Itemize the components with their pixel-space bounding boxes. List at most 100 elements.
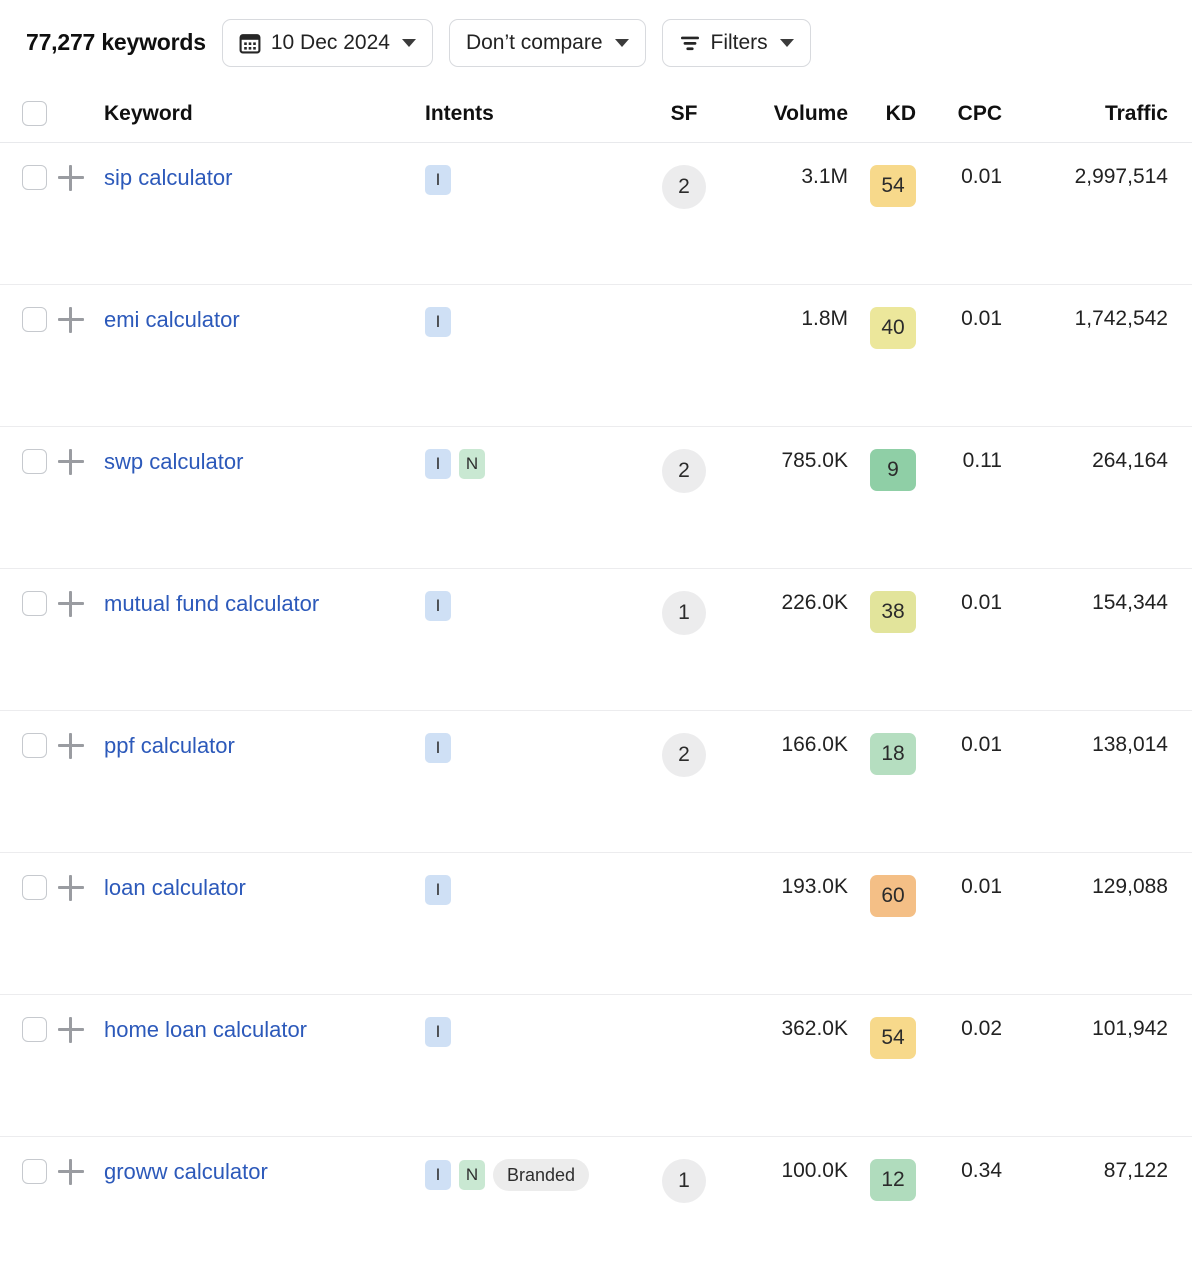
keyword-link[interactable]: sip calculator [104, 165, 232, 190]
plus-icon[interactable] [58, 449, 84, 475]
keyword-cell: loan calculator [94, 853, 422, 901]
table-body: sip calculator I 2 3.1M 54 0.01 2,997,51… [0, 143, 1192, 1279]
plus-icon[interactable] [58, 1017, 84, 1043]
intent-branded-pill: Branded [493, 1159, 590, 1191]
volume-cell: 362.0K [781, 1017, 848, 1040]
add-keyword-cell [48, 711, 94, 759]
select-all-checkbox[interactable] [22, 101, 47, 126]
kd-badge: 40 [870, 307, 916, 349]
row-checkbox[interactable] [22, 1159, 47, 1184]
keyword-count-label: 77,277 keywords [26, 29, 206, 55]
row-checkbox[interactable] [22, 165, 47, 190]
row-select-cell [0, 711, 48, 758]
intent-badge-i: I [425, 307, 451, 337]
table-row: sip calculator I 2 3.1M 54 0.01 2,997,51… [0, 143, 1192, 285]
intents-cell: I [422, 285, 642, 337]
keyword-cell: swp calculator [94, 427, 422, 475]
filter-lines-icon [679, 32, 701, 54]
table-row: home loan calculator I 362.0K 54 0.02 10… [0, 995, 1192, 1137]
keyword-cell: groww calculator [94, 1137, 422, 1185]
row-select-cell [0, 853, 48, 900]
sf-badge[interactable]: 1 [662, 591, 706, 635]
keyword-link[interactable]: loan calculator [104, 875, 246, 900]
row-checkbox[interactable] [22, 449, 47, 474]
column-header-sf[interactable]: SF [642, 102, 726, 126]
intent-badge-n: N [459, 449, 485, 479]
kd-cell: 12 [848, 1137, 916, 1201]
plus-icon[interactable] [58, 591, 84, 617]
plus-icon[interactable] [58, 165, 84, 191]
plus-icon[interactable] [58, 307, 84, 333]
kd-badge: 9 [870, 449, 916, 491]
sf-cell [642, 853, 726, 875]
intent-badge-i: I [425, 1160, 451, 1190]
keyword-cell: emi calculator [94, 285, 422, 333]
row-checkbox[interactable] [22, 875, 47, 900]
column-header-keyword[interactable]: Keyword [94, 102, 422, 126]
keyword-cell: sip calculator [94, 143, 422, 191]
intents-cell: I [422, 569, 642, 621]
kd-badge: 38 [870, 591, 916, 633]
compare-dropdown-label: Don’t compare [465, 30, 603, 54]
traffic-cell: 101,942 [1092, 1017, 1168, 1040]
keyword-link[interactable]: groww calculator [104, 1159, 268, 1184]
row-select-cell [0, 285, 48, 332]
row-select-cell [0, 995, 48, 1042]
volume-cell: 226.0K [781, 591, 848, 614]
plus-icon[interactable] [58, 1159, 84, 1185]
filters-button[interactable]: Filters [661, 18, 811, 67]
row-checkbox[interactable] [22, 307, 47, 332]
cpc-cell: 0.01 [961, 307, 1002, 330]
traffic-cell: 264,164 [1092, 449, 1168, 472]
keyword-link[interactable]: emi calculator [104, 307, 240, 332]
keyword-link[interactable]: ppf calculator [104, 733, 235, 758]
sf-badge[interactable]: 2 [662, 165, 706, 209]
column-header-traffic[interactable]: Traffic [1002, 102, 1192, 126]
table-row: groww calculator I N Branded 1 100.0K 12 0… [0, 1137, 1192, 1279]
column-header-intents[interactable]: Intents [422, 102, 642, 126]
cpc-cell: 0.01 [961, 733, 1002, 756]
row-select-cell [0, 427, 48, 474]
keyword-link[interactable]: home loan calculator [104, 1017, 307, 1042]
column-header-intents-label: Intents [425, 101, 494, 125]
add-keyword-cell [48, 143, 94, 191]
intent-badge-i: I [425, 1017, 451, 1047]
row-select-cell [0, 1137, 48, 1184]
row-checkbox[interactable] [22, 591, 47, 616]
volume-cell: 100.0K [781, 1159, 848, 1182]
date-picker-label: 10 Dec 2024 [270, 30, 390, 54]
sf-cell: 1 [642, 1137, 726, 1203]
add-keyword-cell [48, 1137, 94, 1185]
volume-cell: 193.0K [781, 875, 848, 898]
table-row: emi calculator I 1.8M 40 0.01 1,742,542 [0, 285, 1192, 427]
plus-icon[interactable] [58, 733, 84, 759]
row-checkbox[interactable] [22, 1017, 47, 1042]
compare-dropdown-button[interactable]: Don’t compare [448, 18, 646, 67]
column-header-cpc[interactable]: CPC [916, 102, 1002, 126]
intents-cell: I [422, 995, 642, 1047]
cpc-cell: 0.01 [961, 591, 1002, 614]
sf-badge[interactable]: 2 [662, 733, 706, 777]
kd-badge: 54 [870, 1017, 916, 1059]
sf-badge[interactable]: 1 [662, 1159, 706, 1203]
sf-badge[interactable]: 2 [662, 449, 706, 493]
date-picker-button[interactable]: 10 Dec 2024 [221, 18, 433, 67]
sf-cell [642, 285, 726, 307]
add-keyword-cell [48, 427, 94, 475]
intents-cell: I N Branded [422, 1137, 642, 1191]
chevron-down-icon [401, 38, 416, 47]
kd-cell: 54 [848, 995, 916, 1059]
plus-icon[interactable] [58, 875, 84, 901]
column-header-sf-label: SF [670, 101, 698, 125]
column-header-kd[interactable]: KD [848, 102, 916, 126]
keyword-link[interactable]: mutual fund calculator [104, 591, 319, 616]
table-row: swp calculator IN 2 785.0K 9 0.11 264,16… [0, 427, 1192, 569]
intents-cell: I [422, 143, 642, 195]
column-header-volume[interactable]: Volume [726, 102, 848, 126]
sf-cell: 2 [642, 143, 726, 209]
row-select-cell [0, 143, 48, 190]
chevron-down-icon [779, 38, 794, 47]
keyword-link[interactable]: swp calculator [104, 449, 243, 474]
row-checkbox[interactable] [22, 733, 47, 758]
filters-label: Filters [710, 30, 768, 54]
